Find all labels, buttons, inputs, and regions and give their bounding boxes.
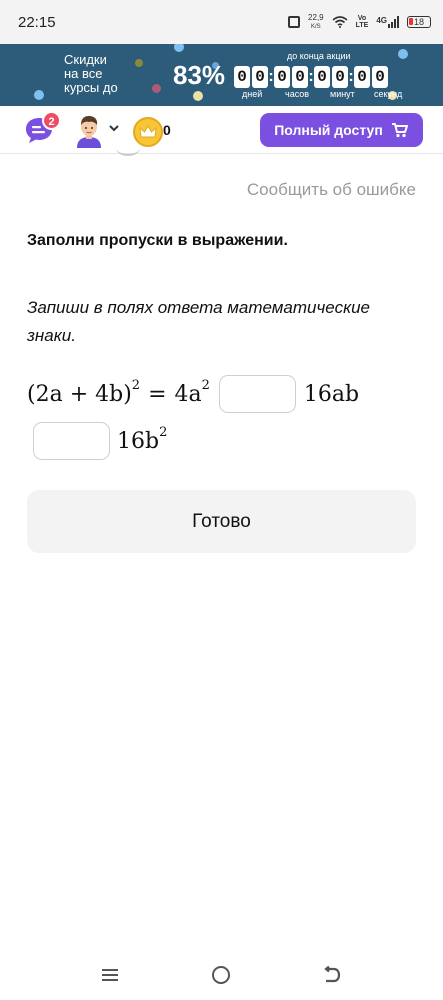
page: 22:15 22,9 K/S Vo LTE 4G 18 Скидки на вс… xyxy=(0,0,443,1000)
timer-digit: 0 xyxy=(354,66,370,88)
decor-dot xyxy=(193,91,203,101)
expression-line-1: (2a + 4b) 2 = 4a 2 16ab xyxy=(27,375,359,413)
net-speed-unit: K/S xyxy=(311,23,321,30)
chevron-down-icon[interactable] xyxy=(108,123,120,133)
scrolled-element-edge xyxy=(116,140,140,156)
timer-digit: 0 xyxy=(332,66,348,88)
network-type: 4G xyxy=(376,16,387,25)
battery-icon: 18 xyxy=(407,16,431,28)
coin-count: 0 xyxy=(163,122,171,138)
report-error-link[interactable]: Сообщить об ошибке xyxy=(247,180,416,200)
promo-line-2: на все xyxy=(64,66,103,81)
timer-hours: 0 0 xyxy=(274,66,308,88)
menu-icon[interactable] xyxy=(101,967,119,983)
volte-bottom: LTE xyxy=(355,22,369,29)
net-speed: 22,9 K/S xyxy=(308,12,324,31)
expr-term1: 4a xyxy=(174,381,202,407)
promo-until-label: до конца акции xyxy=(287,51,351,61)
expr-term3-exponent: 2 xyxy=(159,424,168,440)
full-access-button[interactable]: Полный доступ xyxy=(260,113,423,147)
expr-term3: 16b xyxy=(117,428,160,454)
done-button[interactable]: Готово xyxy=(27,490,416,553)
cart-icon xyxy=(391,123,408,138)
cell-signal: 4G xyxy=(376,16,399,28)
status-time: 22:15 xyxy=(18,13,56,31)
timer-digit: 0 xyxy=(372,66,388,88)
expr-lhs-exponent: 2 xyxy=(131,377,141,393)
volte-indicator: Vo LTE xyxy=(356,15,369,29)
timer-seconds: 0 0 xyxy=(354,66,388,88)
app-header: 2 0 Полный доступ xyxy=(0,106,443,154)
avatar[interactable] xyxy=(73,114,105,148)
full-access-label: Полный доступ xyxy=(274,122,383,138)
task-hint: Запиши в полях ответа математические зна… xyxy=(27,298,371,345)
answer-input-2[interactable] xyxy=(33,422,110,460)
timer-digit: 0 xyxy=(234,66,250,88)
timer-digit: 0 xyxy=(252,66,268,88)
decor-dot xyxy=(398,49,408,59)
status-bar: 22:15 22,9 K/S Vo LTE 4G 18 xyxy=(0,0,443,44)
promo-line-3: курсы до xyxy=(64,80,118,95)
net-speed-value: 22,9 xyxy=(308,12,324,22)
home-icon[interactable] xyxy=(212,966,230,984)
back-icon[interactable] xyxy=(323,966,341,984)
status-icons: 22,9 K/S Vo LTE 4G 18 xyxy=(288,12,431,31)
system-nav-bar xyxy=(0,955,443,1000)
timer-digit: 0 xyxy=(274,66,290,88)
crown-icon xyxy=(139,125,157,138)
timer-label-hours: часов xyxy=(285,89,310,99)
countdown-timer: 0 0 : 0 0 : 0 0 : 0 0 xyxy=(234,66,388,88)
nfc-icon xyxy=(288,16,301,28)
promo-percent: 83% xyxy=(173,60,226,90)
expression-line-2: 16b 2 xyxy=(33,422,167,460)
answer-input-1[interactable] xyxy=(218,375,296,413)
chat-badge: 2 xyxy=(42,111,61,130)
timer-label-seconds: секунд xyxy=(374,89,403,99)
promo-banner[interactable]: Скидки на все курсы до 83% до конца акци… xyxy=(0,44,443,106)
timer-digit: 0 xyxy=(314,66,330,88)
expr-term1-exponent: 2 xyxy=(201,377,210,393)
signal-icon xyxy=(388,16,399,28)
expr-equals: = xyxy=(148,381,167,407)
volte-top: Vo xyxy=(357,15,367,22)
task-title: Заполни пропуски в выражении. xyxy=(27,232,288,249)
expr-lhs: (2a + 4b) xyxy=(27,381,132,407)
wifi-icon xyxy=(332,16,348,28)
timer-days: 0 0 xyxy=(234,66,268,88)
decor-dot xyxy=(34,90,44,100)
timer-label-days: дней xyxy=(242,89,263,99)
expr-term2: 16ab xyxy=(303,381,360,407)
promo-text: Скидки на все курсы до xyxy=(64,53,118,95)
timer-digit: 0 xyxy=(292,66,308,88)
battery-level: 18 xyxy=(413,17,424,27)
timer-label-minutes: минут xyxy=(330,89,355,99)
decor-dot xyxy=(152,84,161,93)
decor-dot xyxy=(174,44,184,52)
timer-minutes: 0 0 xyxy=(314,66,348,88)
decor-dot xyxy=(135,59,143,67)
promo-line-1: Скидки xyxy=(64,52,107,67)
